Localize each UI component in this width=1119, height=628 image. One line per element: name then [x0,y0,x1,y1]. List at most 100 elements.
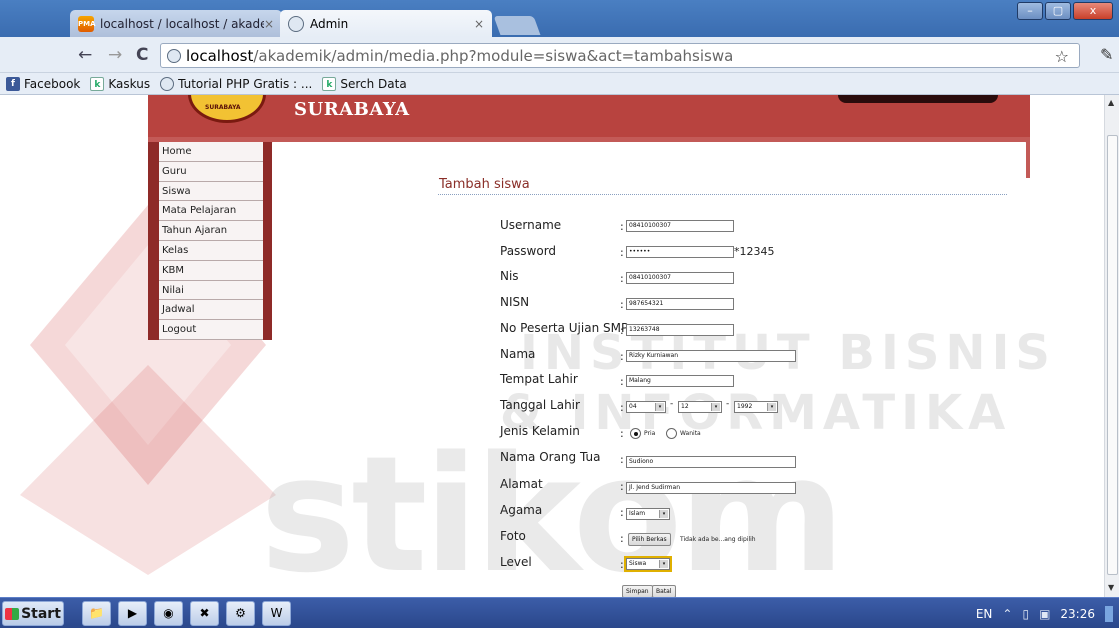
date-separator: - [726,399,730,409]
radio-wanita[interactable] [666,428,677,439]
word-icon[interactable]: W [262,601,291,626]
page-info-icon[interactable] [167,48,181,63]
network-tray-icon[interactable]: ▣ [1039,607,1050,621]
tab-admin[interactable]: Admin × [280,10,492,37]
file-status: Tidak ada be...ang dipilih [680,536,756,543]
bookmark-label: Facebook [24,76,81,91]
password-label: Password [500,244,557,258]
menu-item-nilai[interactable]: Nilai [159,280,263,301]
jenis-kelamin-label: Jenis Kelamin [500,424,580,438]
close-window-button[interactable]: x [1073,2,1113,20]
simpan-button[interactable]: Simpan [622,585,653,597]
bookmark-tutorial-php[interactable]: Tutorial PHP Gratis : ... [160,76,313,91]
colon: : [620,350,624,363]
network-icon[interactable]: ⚙ [226,601,255,626]
tanggal-lahir-label: Tanggal Lahir [500,398,580,412]
year-select[interactable]: 1992 ▾ [734,401,778,413]
menu-item-guru[interactable]: Guru [159,161,263,182]
scroll-down-icon[interactable]: ▼ [1108,583,1114,592]
globe-icon [288,15,304,32]
battery-icon[interactable]: ▯ [1022,607,1029,621]
media-player-icon[interactable]: ▶ [118,601,147,626]
tempat-lahir-label: Tempat Lahir [500,372,578,386]
menu-item-siswa[interactable]: Siswa [159,181,263,202]
colon: : [620,558,624,571]
title-divider [438,194,1007,195]
address-bar[interactable]: localhost/akademik/admin/media.php?modul… [160,43,1080,68]
nisn-input[interactable]: 987654321 [626,298,734,310]
menu-item-kbm[interactable]: KBM [159,260,263,281]
kaskus-icon: k [322,76,337,91]
reload-icon[interactable]: C [136,45,148,65]
no-peserta-input[interactable]: 13263748 [626,324,734,336]
page-viewport: SURABAYA SURABAYA INSTITUT BISNIS & INFO… [0,95,1104,597]
username-input[interactable]: 08410100307 [626,220,734,232]
new-tab-button[interactable] [493,16,541,35]
folder-icon[interactable]: 📁 [82,601,111,626]
no-peserta-label: No Peserta Ujian SMP [500,321,629,335]
show-desktop-button[interactable] [1105,605,1113,622]
bookmark-label: Tutorial PHP Gratis : ... [178,76,313,91]
choose-file-button[interactable]: Pilih Berkas [628,533,671,546]
password-input[interactable]: •••••• [626,246,734,258]
agama-select[interactable]: Islam ▾ [626,508,670,520]
nama-ortu-input[interactable]: Sudiono [626,456,796,468]
bookmark-serch-data[interactable]: k Serch Data [322,76,407,91]
back-icon[interactable]: ← [78,45,92,65]
xampp-icon[interactable]: ✖ [190,601,219,626]
batal-button[interactable]: Batal [652,585,676,597]
colon: : [620,532,624,545]
browser-titlebar: PMA localhost / localhost / akademi × Ad… [0,0,1119,37]
menu-item-mata-pelajaran[interactable]: Mata Pelajaran [159,201,263,222]
level-select[interactable]: Siswa ▾ [624,556,672,572]
foto-label: Foto [500,529,526,543]
colon: : [620,453,624,466]
bookmark-label: Serch Data [340,76,407,91]
tray-expand-icon[interactable]: ⌃ [1002,607,1012,621]
tab-phpmyadmin[interactable]: PMA localhost / localhost / akademi × [70,10,282,37]
colon: : [620,220,624,233]
menu-item-kelas[interactable]: Kelas [159,240,263,261]
close-tab-icon[interactable]: × [474,17,484,31]
browser-toolbar: ← → C localhost/akademik/admin/media.php… [0,37,1119,73]
month-value: 12 [681,403,689,410]
alamat-input[interactable]: Jl. Jend Sudirman [626,482,796,494]
nis-input[interactable]: 08410100307 [626,272,734,284]
minimize-button[interactable]: – [1017,2,1043,20]
tempat-lahir-input[interactable]: Malang [626,375,734,387]
bookmark-kaskus[interactable]: k Kaskus [90,76,150,91]
radio-pria[interactable] [630,428,641,439]
bookmark-star-icon[interactable]: ☆ [1055,47,1069,66]
windows-logo-icon [5,607,20,620]
wrench-icon[interactable]: ✎ [1100,45,1113,64]
admin-menu: Home Guru Siswa Mata Pelajaran Tahun Aja… [159,142,263,340]
chrome-icon[interactable]: ◉ [154,601,183,626]
colon: : [620,298,624,311]
page-scrollbar[interactable]: ▲ ▼ [1104,95,1119,597]
maximize-button[interactable]: ▢ [1045,2,1071,20]
menu-item-logout[interactable]: Logout [159,320,263,340]
colon: : [620,480,624,493]
colon: : [620,401,624,414]
month-select[interactable]: 12 ▾ [678,401,722,413]
scroll-up-icon[interactable]: ▲ [1108,98,1114,107]
start-button[interactable]: Start [2,601,64,626]
menu-border-right [263,142,272,340]
day-select[interactable]: 04 ▾ [626,401,666,413]
bookmark-facebook[interactable]: f Facebook [6,76,81,91]
scroll-thumb[interactable] [1107,135,1118,575]
forward-icon[interactable]: → [108,45,122,65]
agama-label: Agama [500,503,543,517]
close-tab-icon[interactable]: × [264,17,274,31]
nama-input[interactable]: Rizky Kurniawan [626,350,796,362]
menu-item-jadwal[interactable]: Jadwal [159,300,263,321]
language-indicator[interactable]: EN [976,607,993,621]
url-host: localhost [186,46,254,65]
tab-title: localhost / localhost / akademi [100,16,264,31]
dropdown-arrow-icon: ▾ [659,510,668,518]
clock[interactable]: 23:26 [1060,607,1095,621]
globe-icon [160,76,175,91]
menu-item-tahun-ajaran[interactable]: Tahun Ajaran [159,221,263,241]
menu-item-home[interactable]: Home [159,142,263,162]
day-value: 04 [629,403,637,410]
